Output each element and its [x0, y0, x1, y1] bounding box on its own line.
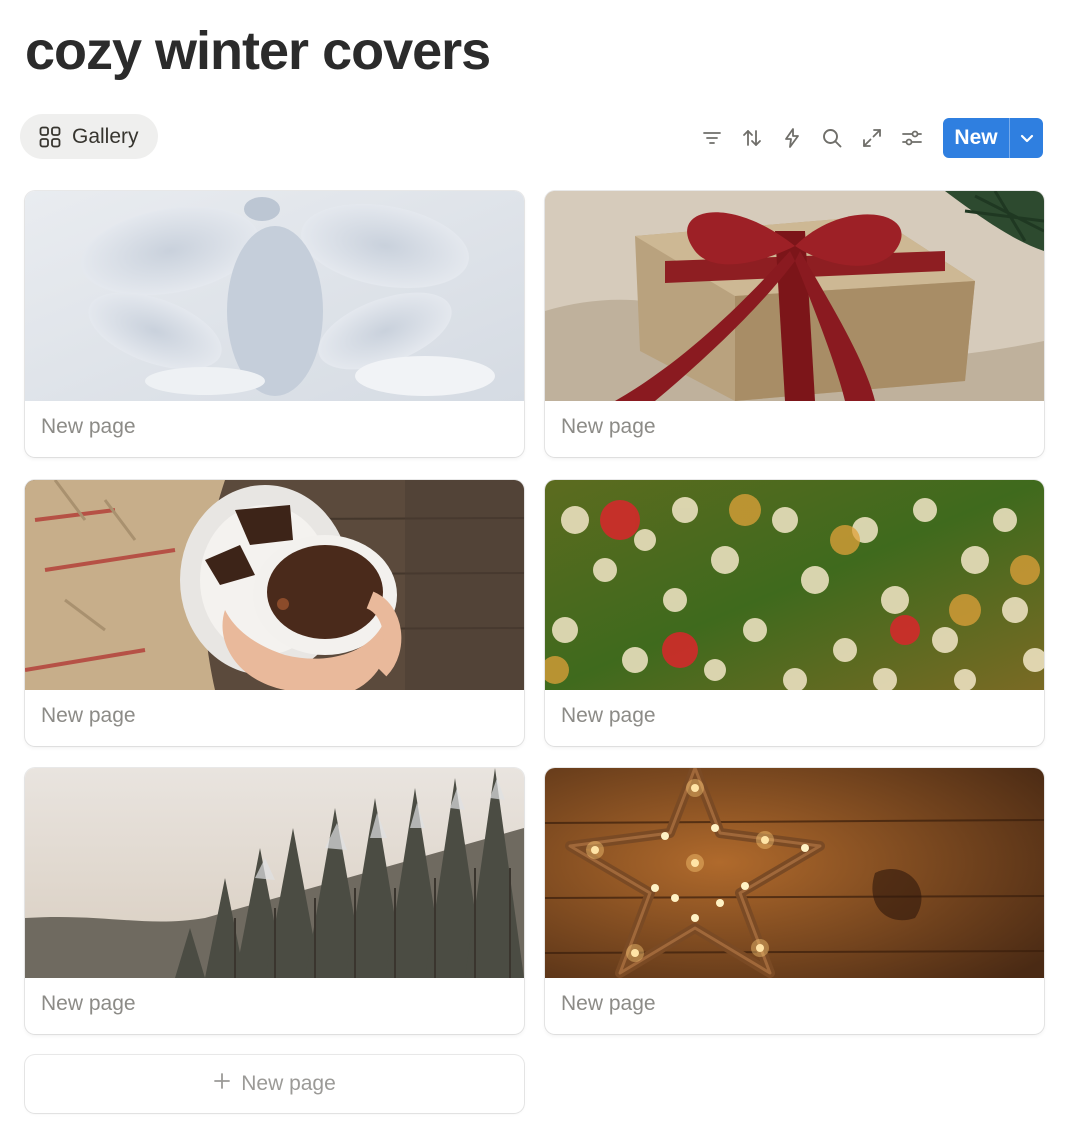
- card-cover-image: [25, 480, 524, 690]
- plus-icon: [213, 1072, 231, 1096]
- card-title: New page: [41, 415, 136, 438]
- search-icon[interactable]: [812, 118, 852, 158]
- add-new-page-card[interactable]: New page: [25, 1055, 524, 1113]
- view-tab-label: Gallery: [72, 124, 139, 148]
- settings-sliders-icon[interactable]: [892, 118, 932, 158]
- gallery-card[interactable]: New page: [25, 768, 524, 1034]
- card-title: New page: [41, 992, 136, 1015]
- sort-icon[interactable]: [732, 118, 772, 158]
- gallery-card[interactable]: New page: [25, 191, 524, 457]
- add-new-page-label: New page: [241, 1072, 336, 1095]
- card-cover-image: [25, 768, 524, 978]
- card-title: New page: [41, 704, 136, 727]
- filter-icon[interactable]: [692, 118, 732, 158]
- gallery-card[interactable]: New page: [545, 768, 1044, 1034]
- card-cover-image: [545, 480, 1044, 690]
- view-tab-gallery[interactable]: Gallery: [20, 114, 158, 159]
- gallery-page: cozy winter covers Gallery New New page …: [0, 0, 1080, 1136]
- card-title: New page: [561, 704, 656, 727]
- automation-bolt-icon[interactable]: [772, 118, 812, 158]
- card-cover-image: [545, 768, 1044, 978]
- gallery-grid-icon: [38, 125, 62, 149]
- card-title: New page: [561, 992, 656, 1015]
- card-cover-image: [545, 191, 1044, 401]
- chevron-down-icon[interactable]: [1010, 118, 1043, 158]
- card-cover-image: [25, 191, 524, 401]
- new-button-label[interactable]: New: [943, 118, 1009, 158]
- expand-icon[interactable]: [852, 118, 892, 158]
- gallery-card[interactable]: New page: [545, 191, 1044, 457]
- card-title: New page: [561, 415, 656, 438]
- page-title[interactable]: cozy winter covers: [25, 18, 491, 84]
- database-toolbar: [692, 118, 932, 158]
- gallery-card[interactable]: New page: [545, 480, 1044, 746]
- gallery-card[interactable]: New page: [25, 480, 524, 746]
- new-button[interactable]: New: [943, 118, 1043, 158]
